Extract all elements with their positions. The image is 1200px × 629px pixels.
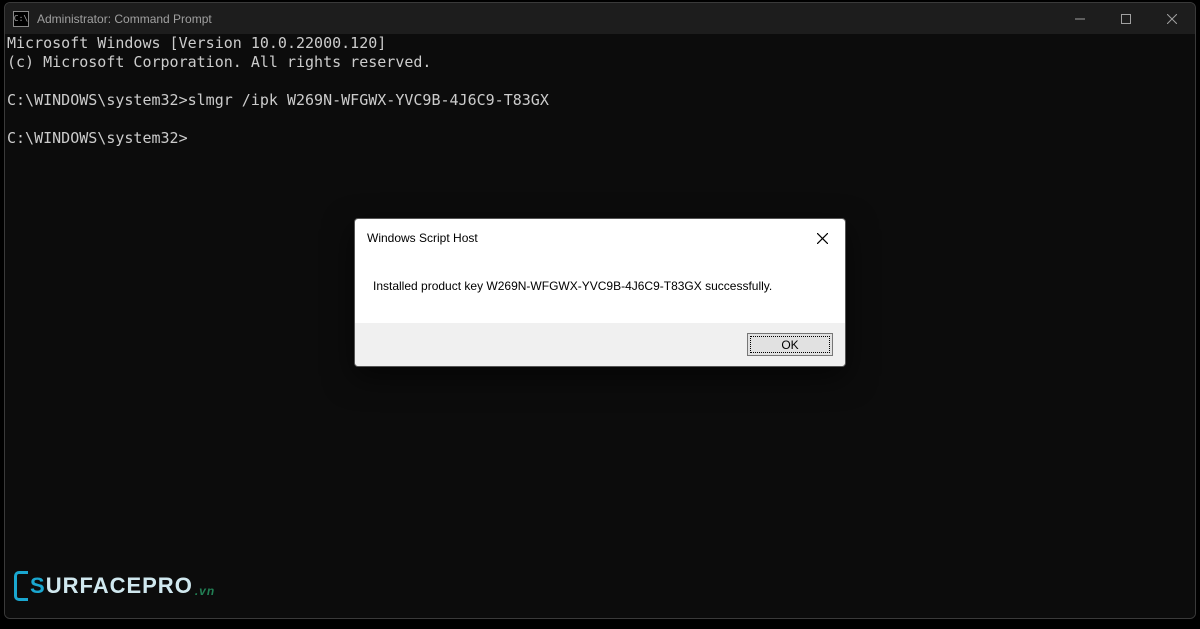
maximize-button[interactable] bbox=[1103, 3, 1149, 34]
dialog-message: Installed product key W269N-WFGWX-YVC9B-… bbox=[373, 279, 772, 293]
titlebar[interactable]: C:\ Administrator: Command Prompt bbox=[5, 3, 1195, 34]
terminal-line: Microsoft Windows [Version 10.0.22000.12… bbox=[7, 34, 386, 52]
bracket-icon bbox=[14, 571, 28, 601]
watermark-vn: .vn bbox=[195, 584, 215, 598]
terminal-prompt: C:\WINDOWS\system32> bbox=[7, 129, 188, 147]
dialog-titlebar[interactable]: Windows Script Host bbox=[355, 219, 845, 257]
minimize-icon bbox=[1075, 14, 1085, 24]
terminal-line: (c) Microsoft Corporation. All rights re… bbox=[7, 53, 431, 71]
close-icon bbox=[1167, 14, 1177, 24]
cmd-icon: C:\ bbox=[13, 11, 29, 27]
close-icon bbox=[817, 233, 828, 244]
maximize-icon bbox=[1121, 14, 1131, 24]
window-title: Administrator: Command Prompt bbox=[37, 12, 212, 26]
ok-button[interactable]: OK bbox=[747, 333, 833, 356]
dialog-close-button[interactable] bbox=[807, 227, 837, 249]
window-controls bbox=[1057, 3, 1195, 34]
dialog-body: Installed product key W269N-WFGWX-YVC9B-… bbox=[355, 257, 845, 323]
close-button[interactable] bbox=[1149, 3, 1195, 34]
dialog-title: Windows Script Host bbox=[367, 231, 807, 245]
watermark-s: S bbox=[30, 573, 46, 599]
terminal-line: C:\WINDOWS\system32>slmgr /ipk W269N-WFG… bbox=[7, 91, 549, 109]
minimize-button[interactable] bbox=[1057, 3, 1103, 34]
watermark-logo: SURFACEPRO.vn bbox=[14, 571, 215, 601]
watermark-rest: URFACEPRO bbox=[46, 573, 193, 599]
script-host-dialog: Windows Script Host Installed product ke… bbox=[354, 218, 846, 367]
dialog-footer: OK bbox=[355, 323, 845, 366]
